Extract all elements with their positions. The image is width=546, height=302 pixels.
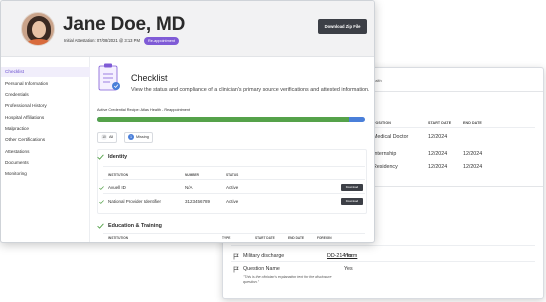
check-icon <box>99 200 104 204</box>
checklist-clipboard-icon <box>98 63 120 91</box>
history-end-date: 12/2024 <box>463 151 483 157</box>
column-header-end-date: END DATE <box>463 121 482 125</box>
column-header-institution: INSTITUTION <box>108 236 129 240</box>
column-header-number: NUMBER <box>185 173 199 177</box>
sidebar-item-checklist[interactable]: Checklist <box>1 67 90 77</box>
sidebar-item-monitoring[interactable]: Monitoring <box>1 169 90 179</box>
column-header-institution: INSTITUTION <box>108 173 129 177</box>
identity-section <box>97 149 367 214</box>
credential-recipe: Active Credential Recipe: Atlas Health -… <box>97 108 191 112</box>
check-icon <box>99 186 104 190</box>
progress-fill <box>97 117 349 122</box>
history-end-date: 12/2024 <box>463 164 483 170</box>
question-answer: Yes <box>344 266 353 272</box>
check-icon <box>97 154 104 160</box>
column-header-end-date: END DATE <box>288 236 305 240</box>
verification-progress-bar <box>97 117 365 122</box>
history-position: Residency <box>373 164 398 170</box>
download-button[interactable]: Download <box>341 184 363 191</box>
divider <box>373 127 535 128</box>
download-zip-button[interactable]: Download Zip File <box>318 19 367 34</box>
flag-icon <box>233 266 239 273</box>
history-start-date: 12/2024 <box>428 134 448 140</box>
profile-header: Jane Doe, MD Initial Attestation: 07/08/… <box>1 1 374 57</box>
divider <box>231 261 535 262</box>
sidebar-item-other-certifications[interactable]: Other Certifications <box>1 135 90 145</box>
divider <box>365 91 543 92</box>
sidebar-item-attestations[interactable]: Attestations <box>1 147 90 157</box>
appointment-badge: Re-appointment <box>144 36 180 45</box>
section-title-identity: Identity <box>108 154 128 160</box>
history-start-date: 12/2024 <box>428 164 448 170</box>
flag-icon <box>233 253 239 260</box>
tab-label: All <box>109 135 114 139</box>
sidebar-item-professional-history[interactable]: Professional History <box>1 101 90 111</box>
avatar <box>21 12 55 46</box>
column-header-position: POSITION <box>373 121 391 125</box>
tab-count: 1 <box>128 134 134 140</box>
tab-all[interactable]: 10 All <box>97 132 118 143</box>
divider <box>231 245 535 246</box>
divider <box>103 233 365 234</box>
identity-status: Active <box>226 185 239 190</box>
tab-count: 10 <box>101 134 107 140</box>
tab-missing[interactable]: 1 Missing <box>124 132 153 143</box>
identity-number: 3123456789 <box>185 199 211 204</box>
download-button[interactable]: Download <box>341 198 363 205</box>
initial-attestation: Initial Attestation: 07/08/2021 @ 3:13 P… <box>64 38 140 43</box>
column-header-status: STATUS <box>226 173 239 177</box>
divider <box>103 193 365 194</box>
question-label: Military discharge <box>243 253 285 259</box>
column-header-start-date: START DATE <box>428 121 452 125</box>
tab-label: Missing <box>136 135 149 139</box>
sidebar-item-hospital-affiliations[interactable]: Hospital Affiliations <box>1 113 90 123</box>
column-header-foreign: FOREIGN <box>317 236 332 240</box>
divider <box>103 179 365 180</box>
page-title: Checklist <box>131 73 168 83</box>
page-subtitle: View the status and compliance of a clin… <box>131 87 370 93</box>
divider <box>103 166 365 167</box>
history-position: Internship <box>373 151 397 157</box>
history-position: Medical Doctor <box>373 134 409 140</box>
identity-institution: National Provider Identifier <box>108 199 162 204</box>
identity-status: Active <box>226 199 239 204</box>
clinician-name: Jane Doe, MD <box>63 14 186 35</box>
identity-institution: Avuell ID <box>108 185 126 190</box>
sidebar-item-malpractice[interactable]: Malpractice <box>1 124 90 134</box>
document-link-dd214[interactable]: DD-214 form <box>327 253 357 259</box>
sidebar-item-documents[interactable]: Documents <box>1 158 90 168</box>
section-title-education-training: Education & Training <box>108 223 162 229</box>
column-header-start-date: START DATE <box>255 236 275 240</box>
identity-number: N/A <box>185 185 193 190</box>
question-label: Question Name <box>243 266 280 272</box>
question-explanation: "This is the clinician's explanation tex… <box>243 275 332 284</box>
sidebar: Checklist Personal Information Credentia… <box>1 57 90 242</box>
sidebar-item-credentials[interactable]: Credentials <box>1 90 90 100</box>
column-header-type: TYPE <box>222 236 231 240</box>
history-start-date: 12/2024 <box>428 151 448 157</box>
clinician-profile-window: Jane Doe, MD Initial Attestation: 07/08/… <box>0 0 375 243</box>
sidebar-item-personal-information[interactable]: Personal Information <box>1 79 90 89</box>
check-icon <box>97 223 104 229</box>
